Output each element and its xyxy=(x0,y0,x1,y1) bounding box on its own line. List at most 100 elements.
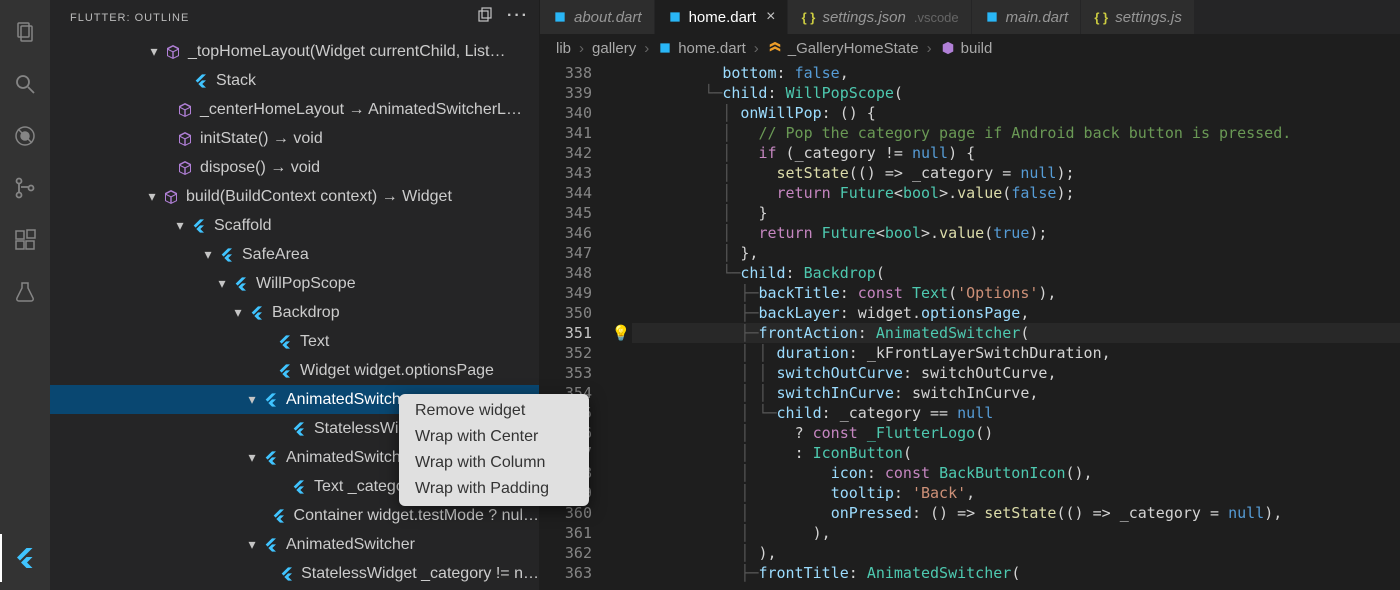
breadcrumb-item[interactable]: home.dart xyxy=(657,40,746,57)
activity-scm-icon[interactable] xyxy=(1,164,49,212)
dart-icon xyxy=(657,40,673,56)
outline-tree[interactable]: ▾_topHomeLayout(Widget currentChild, Lis… xyxy=(50,35,539,590)
chevron-down-icon[interactable]: ▾ xyxy=(146,44,162,60)
code-line[interactable]: │ │ switchOutCurve: switchOutCurve, xyxy=(632,363,1400,383)
chevron-down-icon[interactable]: ▾ xyxy=(244,537,260,553)
code-line[interactable]: ├─backLayer: widget.optionsPage, xyxy=(632,303,1400,323)
outline-item[interactable]: Stack xyxy=(50,66,539,95)
activity-search-icon[interactable] xyxy=(1,60,49,108)
outline-item[interactable]: ▾ AnimatedSwitcher xyxy=(50,530,539,559)
code-line[interactable]: │ }, xyxy=(632,243,1400,263)
code-line[interactable]: ├─frontTitle: AnimatedSwitcher( xyxy=(632,563,1400,583)
chevron-right-icon: › xyxy=(644,40,649,57)
editor-tab[interactable]: { }settings.json.vscode xyxy=(788,0,971,34)
context-menu-item[interactable]: Remove widget xyxy=(399,398,589,424)
breadcrumbs[interactable]: lib›gallery›home.dart›_GalleryHomeState›… xyxy=(540,35,1400,61)
outline-item-label: Widget widget.optionsPage xyxy=(300,362,494,380)
code-line[interactable]: │ ), xyxy=(632,543,1400,563)
code-content[interactable]: bottom: false, └─child: WillPopScope( │ … xyxy=(632,61,1400,590)
code-line[interactable]: │ if (_category != null) { xyxy=(632,143,1400,163)
outline-item[interactable]: ▾build(BuildContext context) → Widget xyxy=(50,182,539,211)
sidebar-action-icon[interactable] xyxy=(477,7,493,28)
line-number: 363 xyxy=(540,563,592,583)
outline-item-label: dispose() → void xyxy=(200,159,320,177)
code-line[interactable]: │ return Future<bool>.value(false); xyxy=(632,183,1400,203)
code-line[interactable]: │ onPressed: () => setState(() => _categ… xyxy=(632,503,1400,523)
activity-explorer-icon[interactable] xyxy=(1,8,49,56)
outline-item[interactable]: _centerHomeLayout → AnimatedSwitcherL… xyxy=(50,95,539,124)
code-line[interactable]: ├─backTitle: const Text('Options'), xyxy=(632,283,1400,303)
code-line[interactable]: bottom: false, xyxy=(632,63,1400,83)
sidebar-more-icon[interactable]: ··· xyxy=(507,7,529,28)
flutter-icon xyxy=(192,72,210,90)
context-menu-item[interactable]: Wrap with Center xyxy=(399,424,589,450)
outline-item[interactable]: ▾ SafeArea xyxy=(50,240,539,269)
code-line[interactable]: └─child: Backdrop( xyxy=(632,263,1400,283)
activity-debug-icon[interactable] xyxy=(1,112,49,160)
chevron-down-icon[interactable]: ▾ xyxy=(172,218,188,234)
code-line[interactable]: │ icon: const BackButtonIcon(), xyxy=(632,463,1400,483)
outline-item[interactable]: Text xyxy=(50,327,539,356)
outline-item-label: AnimatedSwitcher xyxy=(286,536,415,554)
chevron-down-icon[interactable]: ▾ xyxy=(200,247,216,263)
json-file-icon: { } xyxy=(800,9,816,25)
code-line[interactable]: │ return Future<bool>.value(true); xyxy=(632,223,1400,243)
activity-test-icon[interactable] xyxy=(1,268,49,316)
code-line[interactable]: │ │ switchInCurve: switchInCurve, xyxy=(632,383,1400,403)
code-line[interactable]: │ } xyxy=(632,203,1400,223)
outline-item[interactable]: ▾Backdrop xyxy=(50,298,539,327)
json-file-icon: { } xyxy=(1093,9,1109,25)
cube-icon xyxy=(176,159,194,177)
line-number: 352 xyxy=(540,343,592,363)
code-editor[interactable]: 3383393403413423433443453463473483493503… xyxy=(540,61,1400,590)
cube-icon xyxy=(164,43,182,61)
code-line[interactable]: │ └─child: _category == null xyxy=(632,403,1400,423)
outline-item[interactable]: ▾_topHomeLayout(Widget currentChild, Lis… xyxy=(50,37,539,66)
code-line[interactable]: │ tooltip: 'Back', xyxy=(632,483,1400,503)
line-number: 362 xyxy=(540,543,592,563)
breadcrumb-item[interactable]: build xyxy=(940,40,993,57)
breadcrumb-item[interactable]: gallery xyxy=(592,40,636,57)
editor-tab[interactable]: about.dart xyxy=(540,0,655,34)
context-menu-item[interactable]: Wrap with Padding xyxy=(399,476,589,502)
outline-item[interactable]: ▾WillPopScope xyxy=(50,269,539,298)
editor-tab[interactable]: main.dart xyxy=(972,0,1082,34)
code-line[interactable]: └─child: WillPopScope( xyxy=(632,83,1400,103)
flutter-icon xyxy=(262,449,280,467)
chevron-down-icon[interactable]: ▾ xyxy=(214,276,230,292)
line-number: 338 xyxy=(540,63,592,83)
lightbulb-icon[interactable]: 💡 xyxy=(612,323,631,343)
tab-dir-label: .vscode xyxy=(914,10,959,25)
breadcrumb-item[interactable]: lib xyxy=(556,40,571,57)
code-line[interactable]: │ : IconButton( xyxy=(632,443,1400,463)
code-line[interactable]: │ // Pop the category page if Android ba… xyxy=(632,123,1400,143)
line-number: 340 xyxy=(540,103,592,123)
outline-item[interactable]: ▾Scaffold xyxy=(50,211,539,240)
outline-item[interactable]: Widget widget.optionsPage xyxy=(50,356,539,385)
outline-item-label: initState() → void xyxy=(200,130,323,148)
outline-item[interactable]: initState() → void xyxy=(50,124,539,153)
class-icon xyxy=(767,40,783,56)
code-line[interactable]: │ onWillPop: () { xyxy=(632,103,1400,123)
outline-item-label: SafeArea xyxy=(242,246,309,264)
code-line[interactable]: │ ? const _FlutterLogo() xyxy=(632,423,1400,443)
activity-extensions-icon[interactable] xyxy=(1,216,49,264)
breadcrumb-item[interactable]: _GalleryHomeState xyxy=(767,40,919,57)
chevron-down-icon[interactable]: ▾ xyxy=(144,189,160,205)
activity-flutter-icon[interactable] xyxy=(0,534,48,582)
code-line[interactable]: │ ), xyxy=(632,523,1400,543)
code-line[interactable]: ├─frontAction: AnimatedSwitcher( xyxy=(632,323,1400,343)
outline-item[interactable]: dispose() → void xyxy=(50,153,539,182)
outline-item[interactable]: StatelessWidget _category != n… xyxy=(50,559,539,588)
chevron-down-icon[interactable]: ▾ xyxy=(244,392,260,408)
chevron-down-icon[interactable]: ▾ xyxy=(230,305,246,321)
chevron-down-icon[interactable]: ▾ xyxy=(244,450,260,466)
code-line[interactable]: │ │ duration: _kFrontLayerSwitchDuration… xyxy=(632,343,1400,363)
editor-tab[interactable]: home.dart× xyxy=(655,0,789,34)
flutter-icon xyxy=(278,565,295,583)
context-menu-item[interactable]: Wrap with Column xyxy=(399,450,589,476)
editor-tab[interactable]: { }settings.js xyxy=(1081,0,1195,34)
close-icon[interactable]: × xyxy=(766,8,775,26)
code-line[interactable]: │ setState(() => _category = null); xyxy=(632,163,1400,183)
line-number: 345 xyxy=(540,203,592,223)
